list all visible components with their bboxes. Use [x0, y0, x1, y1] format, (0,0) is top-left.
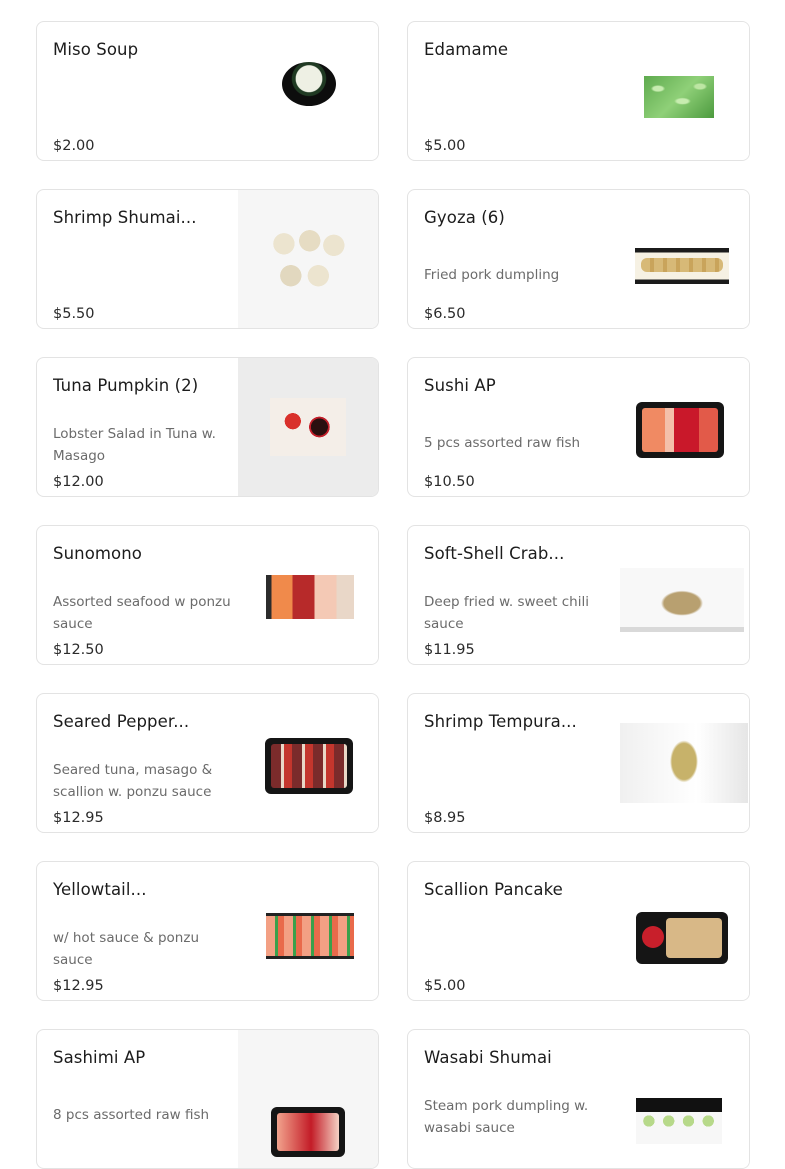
tuna-pumpkin-image — [270, 398, 346, 456]
menu-item-image — [238, 526, 378, 664]
menu-item-info: Yellowtail... w/ hot sauce & ponzu sauce… — [53, 877, 228, 1000]
seared-pepper-image — [265, 738, 353, 794]
menu-item-name: Tuna Pumpkin (2) — [53, 376, 199, 395]
menu-item-info: Tuna Pumpkin (2) Lobster Salad in Tuna w… — [53, 373, 228, 496]
menu-item-card[interactable]: Wasabi Shumai Steam pork dumpling w. was… — [407, 1029, 750, 1169]
menu-item-price: $5.00 — [424, 978, 466, 994]
menu-item-price: $6.50 — [424, 306, 466, 322]
menu-item-info: Wasabi Shumai Steam pork dumpling w. was… — [424, 1045, 599, 1168]
menu-item-name: Sushi AP — [424, 376, 496, 395]
yellowtail-image — [266, 913, 354, 959]
menu-item-info: Sushi AP 5 pcs assorted raw fish $10.50 — [424, 373, 599, 496]
menu-item-info: Sunomono Assorted seafood w ponzu sauce … — [53, 541, 231, 664]
menu-item-price: $11.95 — [424, 642, 475, 658]
menu-item-name: Soft-Shell Crab... — [424, 544, 565, 563]
scallion-pancake-image — [636, 912, 728, 964]
menu-item-image — [238, 694, 378, 832]
menu-item-card[interactable]: Shrimp Shumai... $5.50 — [36, 189, 379, 329]
menu-item-image — [238, 862, 378, 1000]
sushi-ap-image — [636, 402, 724, 458]
menu-item-description: Deep fried w. sweet chili sauce — [424, 594, 589, 632]
menu-item-image — [609, 190, 749, 328]
menu-item-price: $12.50 — [53, 642, 104, 658]
menu-item-description: Steam pork dumpling w. wasabi sauce — [424, 1098, 589, 1136]
menu-item-price: $2.00 — [53, 138, 95, 154]
menu-item-image — [609, 694, 749, 832]
menu-item-name: Miso Soup — [53, 40, 139, 59]
menu-item-name: Edamame — [424, 40, 509, 59]
menu-item-info: Seared Pepper... Seared tuna, masago & s… — [53, 709, 228, 832]
menu-item-image — [609, 22, 749, 160]
menu-item-name: Seared Pepper... — [53, 712, 190, 731]
menu-item-image — [609, 526, 749, 664]
menu-item-card[interactable]: Scallion Pancake $5.00 — [407, 861, 750, 1001]
menu-item-name: Sunomono — [53, 544, 143, 563]
menu-item-image — [609, 862, 749, 1000]
menu-item-description: Assorted seafood w ponzu sauce — [53, 594, 231, 632]
sunomono-image — [266, 575, 354, 619]
menu-item-name: Shrimp Tempura... — [424, 712, 577, 731]
menu-item-image — [238, 358, 378, 496]
menu-item-image — [238, 22, 378, 160]
menu-item-name: Shrimp Shumai... — [53, 208, 197, 227]
menu-item-price: $8.95 — [424, 810, 466, 826]
menu-item-card[interactable]: Sashimi AP 8 pcs assorted raw fish — [36, 1029, 379, 1169]
menu-grid: Miso Soup $2.00 Edamame $5.00 Shrimp Shu… — [36, 21, 750, 1169]
wasabi-shumai-image — [636, 1098, 722, 1144]
menu-item-price: $5.50 — [53, 306, 95, 322]
menu-item-card[interactable]: Edamame $5.00 — [407, 21, 750, 161]
menu-item-description: 5 pcs assorted raw fish — [424, 435, 581, 451]
menu-item-card[interactable]: Soft-Shell Crab... Deep fried w. sweet c… — [407, 525, 750, 665]
shrimp-tempura-image — [620, 723, 748, 803]
menu-item-price: $12.95 — [53, 978, 104, 994]
edamame-image — [644, 76, 714, 118]
menu-item-name: Wasabi Shumai — [424, 1048, 552, 1067]
menu-item-info: Soft-Shell Crab... Deep fried w. sweet c… — [424, 541, 599, 664]
menu-item-info: Shrimp Shumai... $5.50 — [53, 205, 228, 328]
menu-item-card[interactable]: Gyoza (6) Fried pork dumpling $6.50 — [407, 189, 750, 329]
menu-item-image — [609, 1030, 749, 1168]
menu-item-description: Fried pork dumpling — [424, 267, 560, 283]
menu-item-price: $12.95 — [53, 810, 104, 826]
menu-item-card[interactable]: Tuna Pumpkin (2) Lobster Salad in Tuna w… — [36, 357, 379, 497]
menu-item-card[interactable]: Miso Soup $2.00 — [36, 21, 379, 161]
menu-item-card[interactable]: Seared Pepper... Seared tuna, masago & s… — [36, 693, 379, 833]
menu-item-description: 8 pcs assorted raw fish — [53, 1107, 210, 1123]
menu-item-info: Sashimi AP 8 pcs assorted raw fish — [53, 1045, 228, 1168]
menu-item-info: Miso Soup $2.00 — [53, 37, 228, 160]
menu-item-name: Sashimi AP — [53, 1048, 146, 1067]
miso-soup-image — [282, 62, 336, 106]
menu-item-info: Shrimp Tempura... $8.95 — [424, 709, 599, 832]
menu-item-image — [238, 190, 378, 328]
menu-item-card[interactable]: Sushi AP 5 pcs assorted raw fish $10.50 — [407, 357, 750, 497]
menu-item-description: Lobster Salad in Tuna w. Masago — [53, 426, 216, 464]
menu-item-info: Gyoza (6) Fried pork dumpling $6.50 — [424, 205, 599, 328]
menu-item-image — [238, 1030, 378, 1168]
menu-item-description: Seared tuna, masago & scallion w. ponzu … — [53, 762, 213, 800]
menu-item-name: Gyoza (6) — [424, 208, 505, 227]
shrimp-shumai-image — [265, 221, 351, 297]
menu-item-description: w/ hot sauce & ponzu sauce — [53, 930, 200, 968]
menu-item-card[interactable]: Sunomono Assorted seafood w ponzu sauce … — [36, 525, 379, 665]
menu-item-card[interactable]: Shrimp Tempura... $8.95 — [407, 693, 750, 833]
soft-shell-crab-image — [620, 568, 744, 632]
sashimi-ap-image — [271, 1107, 345, 1157]
menu-item-info: Edamame $5.00 — [424, 37, 599, 160]
gyoza-image — [635, 248, 729, 284]
menu-item-price: $10.50 — [424, 474, 475, 490]
menu-item-price: $12.00 — [53, 474, 104, 490]
menu-item-price: $5.00 — [424, 138, 466, 154]
menu-item-info: Scallion Pancake $5.00 — [424, 877, 599, 1000]
menu-item-card[interactable]: Yellowtail... w/ hot sauce & ponzu sauce… — [36, 861, 379, 1001]
menu-item-name: Scallion Pancake — [424, 880, 563, 899]
menu-item-name: Yellowtail... — [53, 880, 147, 899]
menu-item-image — [609, 358, 749, 496]
